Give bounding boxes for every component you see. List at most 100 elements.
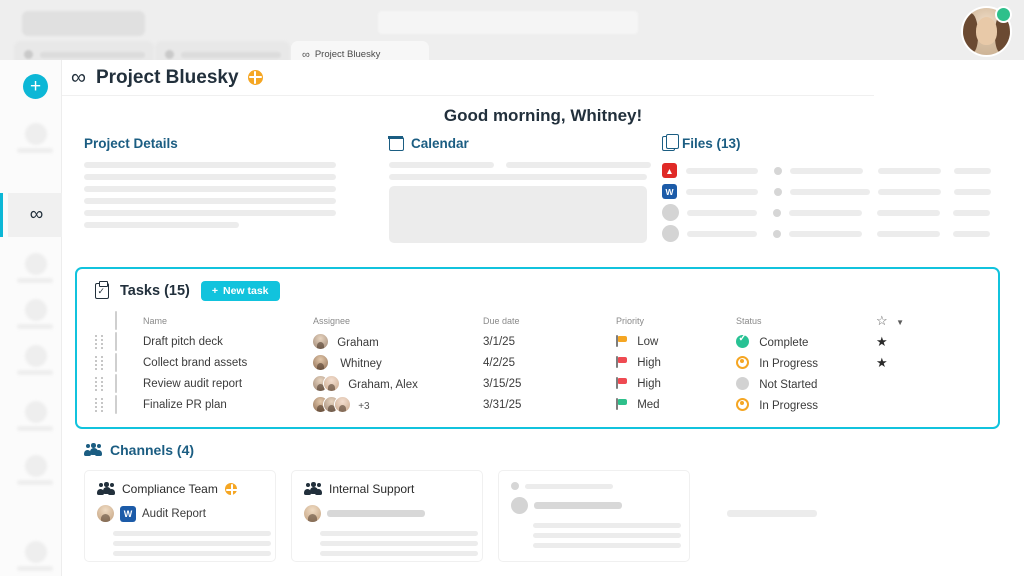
file-row[interactable]: ▲	[662, 162, 1009, 179]
column-header-status[interactable]: Status	[736, 316, 876, 326]
secondary-bar-placeholder[interactable]	[378, 11, 638, 34]
people-icon	[97, 482, 115, 495]
globe-icon[interactable]	[247, 70, 263, 85]
task-due-date[interactable]: 3/1/25	[483, 336, 616, 348]
task-name[interactable]: Finalize PR plan	[143, 399, 313, 411]
column-header-assignee[interactable]: Assignee	[313, 316, 483, 326]
drag-handle[interactable]	[95, 335, 115, 350]
task-status[interactable]: Not Started	[736, 376, 876, 391]
sidebar-item-placeholder[interactable]	[8, 444, 63, 488]
file-placeholder-icon	[662, 225, 679, 242]
row-checkbox[interactable]	[115, 394, 117, 414]
sidebar-item-placeholder[interactable]	[8, 112, 63, 156]
task-status-label: In Progress	[759, 399, 819, 412]
task-priority[interactable]: Med	[616, 398, 736, 411]
column-header-priority[interactable]: Priority	[616, 316, 736, 326]
row-select-cell[interactable]	[115, 373, 143, 393]
select-all-cell[interactable]	[115, 311, 143, 330]
task-assignee[interactable]: Graham	[313, 334, 483, 349]
task-status[interactable]: In Progress	[736, 397, 876, 412]
star-outline-icon[interactable]: ☆	[876, 313, 888, 328]
task-name[interactable]: Review audit report	[143, 378, 313, 390]
channel-card[interactable]: Internal Support	[291, 470, 483, 562]
task-assignee[interactable]: +3	[313, 397, 483, 412]
card-project-details[interactable]: Project Details	[84, 136, 344, 246]
plus-icon: +	[211, 285, 218, 297]
star-filled-icon[interactable]: ★	[876, 355, 888, 370]
task-assignee[interactable]: Whitney	[313, 355, 483, 370]
task-assignee[interactable]: Graham, Alex	[313, 376, 483, 391]
sidebar-item-placeholder[interactable]	[8, 390, 63, 434]
calendar-icon	[388, 135, 404, 151]
column-header-name[interactable]: Name	[143, 316, 313, 326]
task-name[interactable]: Collect brand assets	[143, 357, 313, 369]
task-due-date[interactable]: 4/2/25	[483, 357, 616, 369]
sidebar-item-active[interactable]: ∞	[0, 193, 63, 237]
drag-handle[interactable]	[95, 356, 115, 371]
file-row[interactable]	[662, 225, 1009, 242]
user-avatar[interactable]	[963, 6, 1012, 55]
row-select-cell[interactable]	[115, 394, 143, 414]
sidebar-item-placeholder[interactable]	[8, 530, 63, 574]
address-bar-placeholder[interactable]	[22, 11, 145, 36]
status-complete-icon	[736, 333, 749, 348]
task-priority[interactable]: High	[616, 356, 736, 369]
task-status[interactable]: Complete	[736, 333, 876, 349]
sidebar-item-icon	[24, 455, 47, 477]
table-row[interactable]: Review audit report Graham, Alex 3/15/25…	[77, 373, 998, 394]
sidebar-item-label-placeholder	[17, 148, 53, 153]
task-due-date[interactable]: 3/31/25	[483, 399, 616, 411]
globe-icon[interactable]	[224, 483, 239, 497]
row-checkbox[interactable]	[115, 331, 117, 351]
task-assignee-label: Graham	[337, 337, 379, 349]
task-star-cell[interactable]: ★	[876, 333, 936, 351]
skeleton-line	[525, 483, 613, 489]
row-checkbox[interactable]	[115, 352, 117, 372]
row-checkbox[interactable]	[115, 373, 117, 393]
channel-card-placeholder[interactable]	[498, 470, 690, 562]
file-row[interactable]	[662, 204, 1009, 221]
column-header-star[interactable]: ☆ ▼	[876, 312, 936, 330]
card-calendar[interactable]: Calendar	[388, 135, 651, 246]
avatar	[313, 355, 328, 370]
column-header-due-date[interactable]: Due date	[483, 316, 616, 326]
task-priority-label: High	[637, 357, 661, 369]
table-row[interactable]: Collect brand assets Whitney 4/2/25 High…	[77, 352, 998, 373]
sidebar-item-placeholder[interactable]	[8, 334, 63, 378]
drag-dots-icon	[95, 377, 104, 392]
drag-handle[interactable]	[95, 398, 115, 413]
task-priority[interactable]: High	[616, 377, 736, 390]
star-filled-icon[interactable]: ★	[876, 334, 888, 349]
task-due-date[interactable]: 3/15/25	[483, 378, 616, 390]
task-name[interactable]: Draft pitch deck	[143, 336, 313, 348]
table-row[interactable]: Draft pitch deck Graham 3/1/25 Low Compl…	[77, 331, 998, 352]
people-icon	[84, 443, 102, 456]
people-icon	[304, 482, 322, 495]
select-all-checkbox[interactable]	[115, 311, 117, 330]
pdf-icon: ▲	[662, 163, 677, 178]
sidebar-item-placeholder[interactable]	[8, 242, 63, 286]
new-task-button[interactable]: + New task	[200, 281, 280, 301]
skeleton-line	[84, 222, 239, 228]
channel-message-row[interactable]	[304, 505, 470, 522]
row-select-cell[interactable]	[115, 331, 143, 351]
file-icon	[662, 134, 679, 151]
task-status[interactable]: In Progress	[736, 355, 876, 370]
channel-card[interactable]: Compliance Team W Audit Report	[84, 470, 276, 562]
table-row[interactable]: Finalize PR plan +3 3/31/25 Med In Progr…	[77, 394, 998, 415]
drag-handle[interactable]	[95, 377, 115, 392]
sidebar-add-button[interactable]: +	[23, 74, 48, 99]
task-priority[interactable]: Low	[616, 335, 736, 348]
priority-flag-icon	[616, 356, 627, 368]
sidebar-item-icon	[24, 541, 47, 563]
card-files[interactable]: Files (13) ▲ W	[662, 134, 1009, 246]
file-row[interactable]: W	[662, 183, 1009, 200]
avatar-placeholder	[511, 497, 528, 514]
task-assignee-label: Whitney	[340, 358, 382, 370]
channel-message-row[interactable]: W Audit Report	[97, 505, 263, 522]
channel-file-label[interactable]: Audit Report	[142, 508, 206, 520]
task-star-cell[interactable]: ★	[876, 354, 936, 372]
sidebar-item-placeholder[interactable]	[8, 288, 63, 332]
chevron-down-icon[interactable]: ▼	[896, 318, 904, 327]
row-select-cell[interactable]	[115, 352, 143, 372]
